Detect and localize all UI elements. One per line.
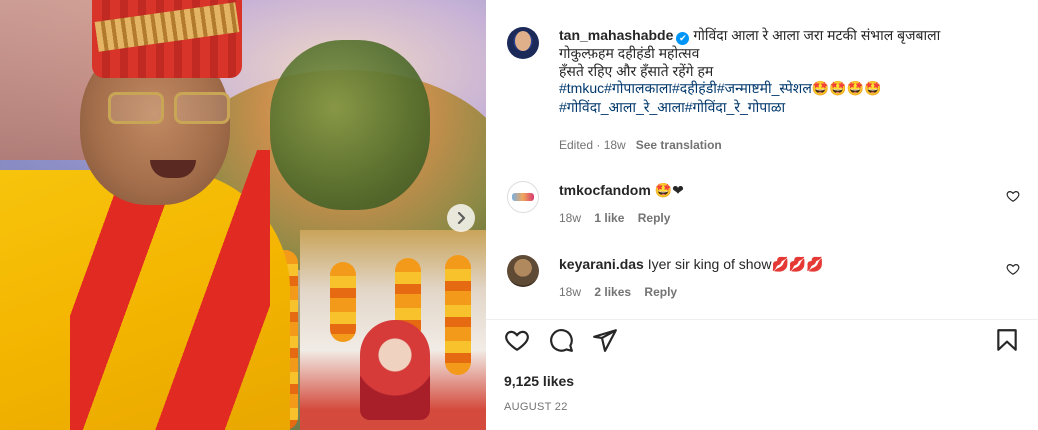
see-translation-link[interactable]: See translation [636, 138, 722, 152]
caption-emojis: 🤩🤩🤩🤩 [811, 81, 882, 97]
image-idol [360, 320, 430, 420]
comment-time: 18w [559, 211, 582, 225]
commenter-avatar[interactable] [507, 181, 539, 213]
image-garland [330, 262, 356, 342]
comment-emojis: 💋💋💋 [771, 257, 824, 273]
commenter-username[interactable]: tmkocfandom [559, 182, 651, 198]
author-username[interactable]: tan_mahashabde [559, 27, 673, 43]
reply-button[interactable]: Reply [644, 285, 677, 299]
caption-meta: Edited · 18w See translation [559, 138, 722, 152]
image-garland [445, 255, 471, 375]
comment-likes[interactable]: 1 like [594, 211, 624, 225]
heart-icon[interactable] [504, 327, 530, 353]
comment-meta: 18w 2 likes Reply [559, 285, 677, 299]
comment-time: 18w [559, 285, 582, 299]
edited-timestamp: Edited · 18w [559, 138, 626, 152]
reply-button[interactable]: Reply [638, 211, 671, 225]
comments-section[interactable]: tan_mahashabde ✔ गोविंदा आला रे आला जरा मट… [486, 0, 1038, 320]
author-avatar[interactable] [507, 27, 539, 59]
caption-hashtags[interactable]: #tmkuc#गोपालकाला#दहीहंडी#जन्माष्टमी_स्पे… [559, 80, 812, 96]
likes-count[interactable]: 9,125 likes [504, 373, 574, 389]
caption-hashtags[interactable]: #गोविंदा_आला_रे_आला#गोविंदा_रे_गोपाळा [559, 99, 785, 115]
post-image[interactable] [0, 0, 486, 430]
comment-bubble-icon[interactable] [548, 327, 574, 353]
paper-plane-icon[interactable] [592, 327, 618, 353]
comment-like-heart-icon[interactable] [1006, 189, 1020, 203]
post-details-panel: tan_mahashabde ✔ गोविंदा आला रे आला जरा मट… [486, 0, 1038, 430]
caption-line: गोकुल्फ़हम दहीहंडी महोत्सव [559, 45, 700, 61]
comment-meta: 18w 1 like Reply [559, 211, 670, 225]
image-person-glasses [108, 92, 232, 126]
commenter-username[interactable]: keyarani.das [559, 256, 644, 272]
image-tree [270, 40, 430, 210]
comment-likes[interactable]: 2 likes [594, 285, 631, 299]
verified-badge-icon: ✔ [676, 32, 690, 45]
caption-line: गोविंदा आला रे आला जरा मटकी संभाल बृजबाल… [693, 27, 941, 43]
post-date[interactable]: AUGUST 22 [504, 401, 568, 413]
comment-text: Iyer sir king of show [647, 256, 772, 272]
post-action-bar [486, 321, 1038, 361]
comment-body: keyarani.das Iyer sir king of show💋💋💋 [559, 255, 824, 274]
comment-like-heart-icon[interactable] [1006, 262, 1020, 276]
chevron-right-icon [457, 212, 466, 224]
commenter-avatar[interactable] [507, 255, 539, 287]
bookmark-icon[interactable] [994, 327, 1020, 353]
comment-body: tmkocfandom 🤩❤ [559, 181, 684, 200]
post-caption: tan_mahashabde ✔ गोविंदा आला रे आला जरा मट… [559, 27, 999, 116]
next-image-button[interactable] [447, 204, 475, 232]
caption-line: हँसते रहिए और हँसाते रहेंगे हम [559, 62, 714, 79]
comment-text: 🤩❤ [654, 183, 684, 199]
